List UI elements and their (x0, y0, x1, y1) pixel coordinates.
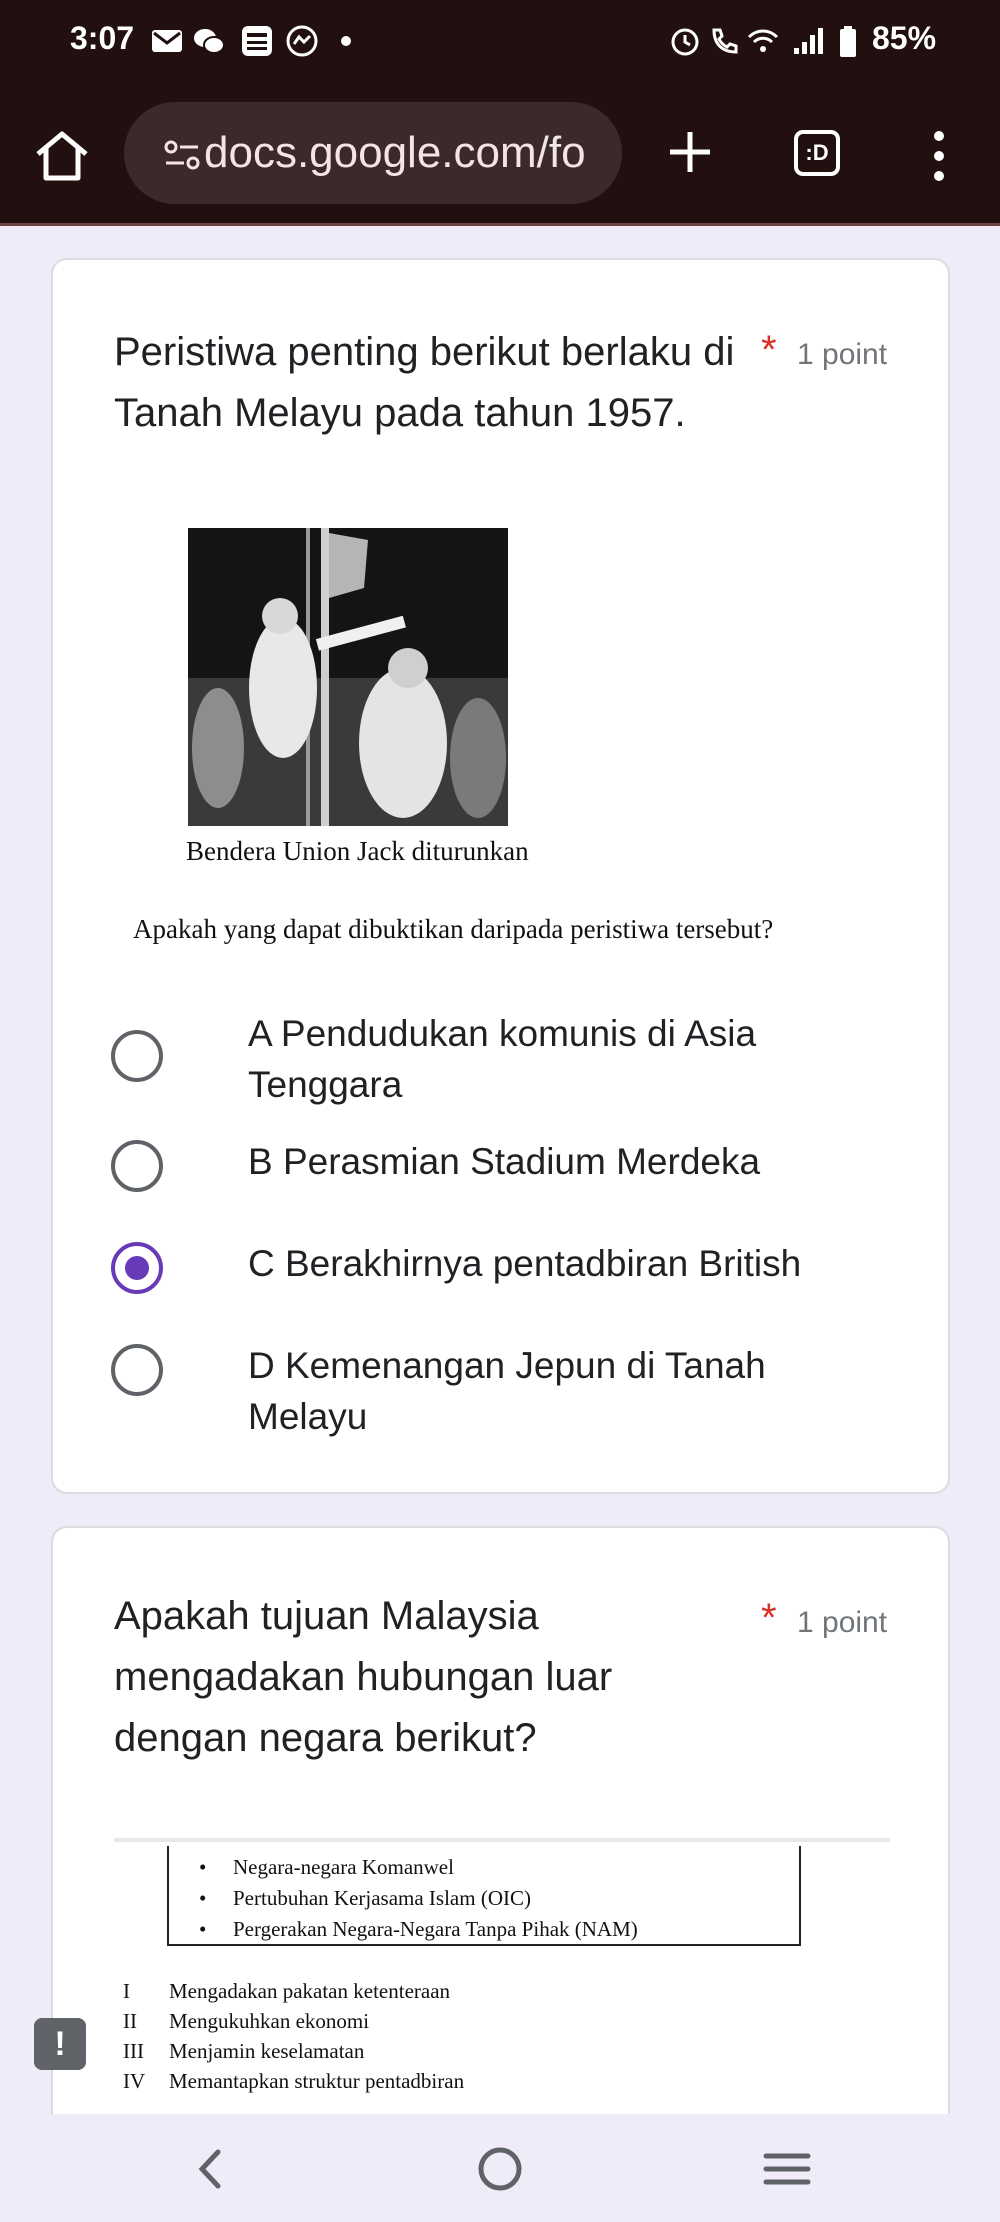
battery-icon (840, 26, 856, 57)
question-title: Peristiwa penting berikut berlaku di Tan… (114, 330, 735, 435)
gmail-icon (152, 30, 182, 52)
touch-n-go-icon (242, 26, 272, 56)
option-label: A Pendudukan komunis di Asia Tenggara (248, 1013, 757, 1105)
signal-icon (794, 28, 823, 54)
radio-button[interactable] (111, 1140, 163, 1192)
option-label: B Perasmian Stadium Merdeka (248, 1141, 761, 1182)
wifi-icon (747, 29, 779, 52)
box-item-text: Pergerakan Negara-Negara Tanpa Pihak (NA… (233, 1917, 638, 1941)
required-asterisk: * (761, 328, 777, 372)
country-group-box: • Negara-negara Komanwel • Pertubuhan Kerj… (167, 1846, 801, 1946)
dot-icon (341, 36, 351, 46)
statement-row: I Mengadakan pakatan ketenteraan (123, 1976, 464, 2006)
box-item: • Pergerakan Negara-Negara Tanpa Pihak (N… (199, 1914, 799, 1945)
option-b[interactable]: B Perasmian Stadium Merdeka (111, 1136, 891, 1196)
new-tab-icon[interactable] (660, 122, 720, 182)
wifi-call-icon (712, 28, 738, 54)
wechat-icon (194, 29, 225, 54)
bullet: • (199, 1855, 207, 1879)
question-card-1: Peristiwa penting berikut berlaku di Tan… (51, 258, 950, 1494)
bullet: • (199, 1917, 207, 1941)
option-a[interactable]: A Pendudukan komunis di Asia Tenggara (111, 1008, 891, 1110)
question-points: 1 point (797, 1606, 888, 1639)
box-item: • Pertubuhan Kerjasama Islam (OIC) (199, 1883, 799, 1914)
statement-number: I (123, 1979, 130, 2003)
option-label: C Berakhirnya pentadbiran British (248, 1243, 802, 1284)
statement-text: Mengadakan pakatan ketenteraan (169, 1979, 451, 2003)
system-nav-bar (0, 2114, 1000, 2222)
sub-question: Apakah yang dapat dibuktikan daripada pe… (133, 914, 774, 944)
browser-toolbar: docs.google.com/fo :D (0, 84, 1000, 226)
alarm-icon (671, 28, 699, 56)
statement-row: IV Memantapkan struktur pentadbiran (123, 2066, 464, 2096)
site-settings-icon[interactable] (162, 135, 202, 175)
box-item: • Negara-negara Komanwel (199, 1852, 799, 1883)
radio-button[interactable] (111, 1344, 163, 1396)
question-image (188, 528, 508, 826)
statement-row: II Mengukuhkan ekonomi (123, 2006, 464, 2036)
question-points: 1 point (797, 338, 888, 371)
option-label: D Kemenangan Jepun di Tanah Melayu (248, 1345, 766, 1437)
statement-number: II (123, 2009, 137, 2033)
statement-text: Memantapkan struktur pentadbiran (169, 2069, 465, 2093)
bullet: • (199, 1886, 207, 1910)
question-title: Apakah tujuan Malaysia mengadakan hubung… (114, 1594, 613, 1760)
radio-button-selected[interactable] (111, 1242, 163, 1294)
statement-text: Menjamin keselamatan (169, 2039, 365, 2063)
home-icon[interactable] (30, 124, 94, 188)
tab-switcher-icon[interactable]: :D (794, 130, 840, 176)
box-item-text: Negara-negara Komanwel (233, 1855, 454, 1879)
back-icon[interactable] (186, 2144, 236, 2194)
image-caption: Bendera Union Jack diturunkan (186, 836, 529, 866)
statement-text: Mengukuhkan ekonomi (169, 2009, 370, 2033)
statement-row: III Menjamin keselamatan (123, 2036, 464, 2066)
required-asterisk: * (761, 1596, 777, 1640)
more-menu-icon[interactable] (924, 126, 954, 186)
status-bar: 3:07 85% (0, 0, 1000, 84)
divider (114, 1838, 890, 1842)
status-time: 3:07 (70, 20, 135, 56)
address-bar[interactable]: docs.google.com/fo (124, 102, 622, 204)
messenger-icon (286, 25, 318, 57)
feedback-icon[interactable]: ! (34, 2018, 86, 2070)
recents-icon[interactable] (762, 2144, 812, 2194)
statement-list: I Mengadakan pakatan ketenteraan II Menguk… (123, 1976, 464, 2096)
statement-number: III (123, 2039, 144, 2063)
battery-percentage: 85% (872, 20, 937, 56)
option-c[interactable]: C Berakhirnya pentadbiran British (111, 1238, 891, 1298)
box-item-text: Pertubuhan Kerjasama Islam (OIC) (233, 1886, 531, 1910)
home-circle-icon[interactable] (475, 2144, 525, 2194)
url-text: docs.google.com/fo (204, 128, 586, 177)
radio-button[interactable] (111, 1030, 163, 1082)
option-d[interactable]: D Kemenangan Jepun di Tanah Melayu (111, 1340, 891, 1437)
statement-number: IV (123, 2069, 146, 2093)
